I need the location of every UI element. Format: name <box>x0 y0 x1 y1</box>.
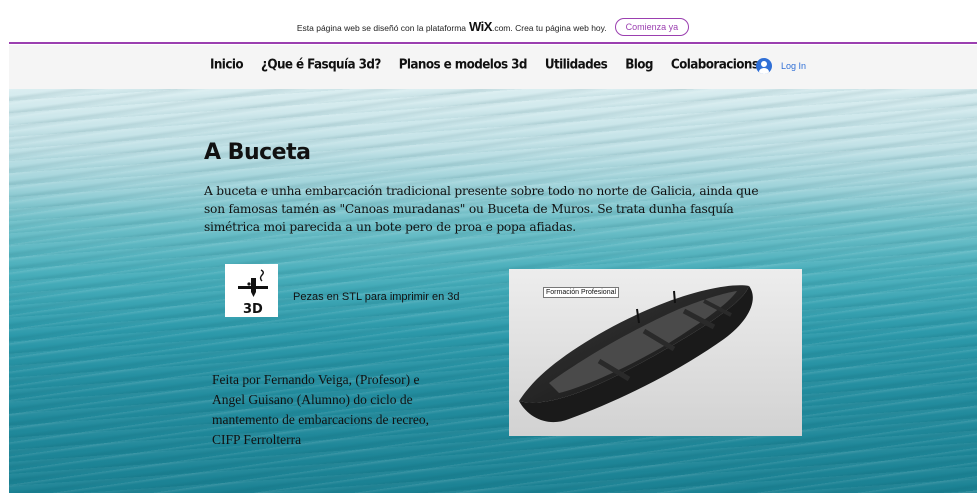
start-now-button[interactable]: Comienza ya <box>614 17 690 36</box>
user-avatar-icon <box>756 58 772 74</box>
wix-promo-text-before: Esta página web se diseñó con la platafo… <box>296 23 467 33</box>
site-navbar: Inicio ¿Que é Fasquía 3d? Planos e model… <box>9 45 977 89</box>
intro-paragraph: A buceta e unha embarcación tradicional … <box>204 184 759 234</box>
nav-item-utilidades[interactable]: Utilidades <box>545 56 608 72</box>
login-button[interactable]: Log In <box>756 58 806 74</box>
image-tag: Formación Profesional <box>543 287 620 298</box>
nav-item-que-e-fasquia[interactable]: ¿Que é Fasquía 3d? <box>261 56 381 72</box>
wix-promo-text-after: .com. Crea tu página web hoy. <box>491 23 607 33</box>
wix-promo-banner: Esta página web se diseñó con la platafo… <box>9 11 977 44</box>
boat-3d-model-image[interactable]: Formación Profesional <box>509 269 802 436</box>
credits-text: Feita por Fernando Veiga, (Profesor) e A… <box>212 372 430 447</box>
wix-promo-text: Esta página web se diseñó con la platafo… <box>297 19 607 34</box>
nav-item-blog[interactable]: Blog <box>625 56 653 72</box>
nav-item-colaboracions[interactable]: Colaboracions <box>671 56 759 72</box>
nav-item-planos[interactable]: Planos e modelos 3d <box>399 56 528 72</box>
sea-background <box>9 89 977 493</box>
nav-item-inicio[interactable]: Inicio <box>210 56 244 72</box>
stl-download-link[interactable]: Pezas en STL para imprimir en 3d <box>293 291 460 303</box>
main-menu: Inicio ¿Que é Fasquía 3d? Planos e model… <box>210 56 776 72</box>
wix-logo: WiX <box>469 19 492 34</box>
page-title: A Buceta <box>204 140 311 165</box>
stl-icon-text: 3D <box>243 302 263 317</box>
3d-printer-icon[interactable]: 3D <box>225 264 278 317</box>
login-label: Log In <box>781 61 807 71</box>
